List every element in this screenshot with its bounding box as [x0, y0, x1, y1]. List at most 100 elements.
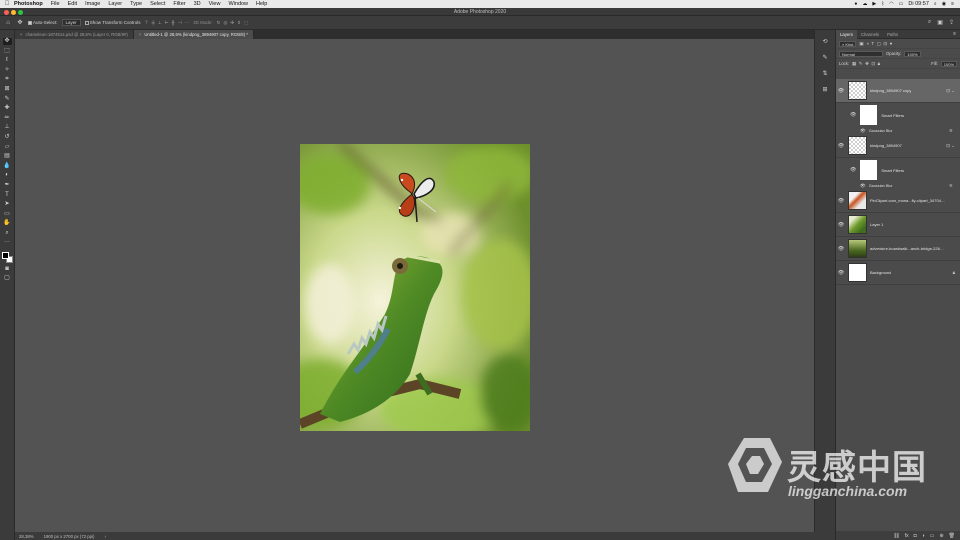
layer-name[interactable]: kindpng_3894907 copy [870, 88, 911, 93]
quick-mask-icon[interactable]: ◙ [3, 266, 12, 273]
layer-name[interactable]: Layer 1 [870, 222, 883, 227]
lock-transparent-icon[interactable]: ▦ [852, 61, 856, 67]
panel-menu-icon[interactable]: ≡ [953, 31, 956, 37]
layer-row[interactable]: 👁︎ PinClipart.com_mona...fly-clipart_347… [836, 189, 960, 213]
rectangle-tool-icon[interactable]: ▭ [3, 211, 12, 218]
filter-blending-options-icon[interactable]: ⚟ [949, 183, 953, 189]
zoom-level[interactable]: 28,38% [19, 534, 34, 539]
zoom-tool-icon[interactable]: ⌕ [3, 230, 12, 237]
menu-help[interactable]: Help [256, 1, 267, 7]
adjustment-filter-icon[interactable]: ◑ [866, 41, 869, 47]
smart-object-filter-icon[interactable]: ⊡ [883, 41, 887, 47]
smart-filters-row[interactable]: 👁︎ Smart Filters [836, 158, 960, 182]
foreground-color-swatch[interactable] [1, 252, 9, 260]
menu-type[interactable]: Type [130, 1, 142, 7]
history-panel-icon[interactable]: ⟲ [821, 38, 830, 46]
visibility-eye-icon[interactable]: 👁︎ [850, 112, 856, 118]
clock[interactable]: Di 09:57 [908, 1, 929, 7]
visibility-eye-icon[interactable]: 👁︎ [836, 143, 846, 149]
pen-tool-icon[interactable]: ✒ [3, 182, 12, 189]
blend-mode-dropdown[interactable]: Normal [839, 50, 883, 57]
layer-name[interactable]: kindpng_3894907 [870, 143, 902, 148]
screen-mode-icon[interactable]: ▢ [3, 275, 12, 282]
visibility-eye-icon[interactable]: 👁︎ [836, 246, 846, 252]
search-icon[interactable]: ⌕ [928, 19, 931, 26]
move-tool-preset-icon[interactable]: ✥ [16, 19, 24, 27]
menu-3d[interactable]: 3D [194, 1, 201, 7]
lock-icon[interactable]: 🔒︎ [953, 270, 955, 275]
adjustment-layer-icon[interactable]: ◑ [922, 533, 925, 539]
dodge-tool-icon[interactable]: ◐ [3, 172, 12, 179]
visibility-eye-icon[interactable]: 👁︎ [860, 128, 866, 134]
align-bottom-icon[interactable]: ⊥ [158, 20, 162, 26]
wifi-icon[interactable]: ◠ [889, 1, 893, 7]
delete-layer-icon[interactable]: 🗑︎ [949, 533, 955, 539]
battery-icon[interactable]: ▭ [899, 1, 904, 7]
layer-name[interactable]: PinClipart.com_mona...fly-clipart_347043… [870, 198, 945, 203]
menu-list-icon[interactable]: ≡ [951, 1, 954, 7]
tab-untitled-1[interactable]: × Untitled-1 @ 28,6% (kindpng_3894907 cop… [133, 30, 254, 39]
magic-wand-tool-icon[interactable]: ✧ [3, 67, 12, 74]
align-top-icon[interactable]: ⊤ [145, 20, 149, 26]
tab-layers[interactable]: Layers [836, 29, 857, 39]
tab-paths[interactable]: Paths [883, 30, 902, 39]
close-tab-icon[interactable]: × [20, 32, 23, 37]
lasso-tool-icon[interactable]: ℓ [3, 57, 12, 64]
filter-toggle-icon[interactable]: ● [890, 41, 893, 47]
frame-tool-icon[interactable]: ⊠ [3, 86, 12, 93]
lock-artboard-icon[interactable]: ⊡ [871, 61, 875, 67]
pixel-filter-icon[interactable]: ▣ [859, 41, 863, 47]
new-layer-icon[interactable]: ⊕ [939, 533, 943, 539]
type-tool-icon[interactable]: T [3, 192, 12, 199]
bluetooth-icon[interactable]: ᛒ [881, 1, 884, 7]
3d-pan-icon[interactable]: ✣ [230, 20, 234, 26]
visibility-eye-icon[interactable]: 👁︎ [860, 183, 866, 189]
shape-filter-icon[interactable]: ▢ [877, 41, 881, 47]
align-right-icon[interactable]: ⊣ [178, 20, 182, 26]
layer-name[interactable]: adventure-boardwalk...anch-bridge-226631 [870, 246, 945, 251]
stamp-tool-icon[interactable]: ⊥ [3, 124, 12, 131]
new-group-icon[interactable]: ▭ [930, 533, 935, 539]
crop-tool-icon[interactable]: ⌗ [3, 76, 12, 83]
tab-channels[interactable]: Channels [857, 30, 883, 39]
auto-select-checkbox[interactable]: Auto-Select: [28, 20, 58, 25]
eraser-tool-icon[interactable]: ▱ [3, 144, 12, 151]
brush-tool-icon[interactable]: ✏ [3, 115, 12, 122]
properties-icon[interactable]: ⊞ [821, 86, 830, 94]
opacity-field[interactable]: 100% [904, 50, 921, 57]
layer-row[interactable]: 👁︎ Background 🔒︎ [836, 261, 960, 285]
add-mask-icon[interactable]: ◘ [914, 533, 917, 539]
menu-select[interactable]: Select [150, 1, 165, 7]
home-icon[interactable]: ⌂ [4, 19, 12, 27]
layer-row[interactable]: 👁︎ kindpng_3894907 copy ⊡ ⌄ [836, 79, 960, 103]
filter-kind-dropdown[interactable]: ⌕ Kind [839, 40, 857, 47]
status-expand-icon[interactable]: › [104, 534, 105, 539]
document-canvas[interactable] [300, 144, 530, 431]
menu-image[interactable]: Image [85, 1, 100, 7]
record-icon[interactable]: ● [854, 1, 857, 7]
layer-name[interactable]: Background [870, 270, 891, 275]
more-icon[interactable]: ··· [185, 20, 190, 26]
smart-filter-mask[interactable] [860, 160, 878, 180]
spotlight-icon[interactable]: ⌕ [934, 1, 937, 7]
lock-all-icon[interactable]: 🔒︎ [878, 61, 880, 67]
smart-filters-row[interactable]: 👁︎ Smart Filters [836, 103, 960, 127]
move-tool-icon[interactable]: ✥ [2, 38, 12, 45]
hand-tool-icon[interactable]: ✋ [3, 220, 12, 227]
fill-field[interactable]: 100% [940, 60, 957, 67]
apple-menu-icon[interactable]:  [0, 1, 14, 7]
menu-view[interactable]: View [209, 1, 221, 7]
align-left-icon[interactable]: ⊢ [165, 20, 169, 26]
align-center-icon[interactable]: ╫ [172, 20, 175, 26]
layer-row[interactable]: 👁︎ kindpng_3894907 ⊡ ⌄ [836, 134, 960, 158]
filter-blending-options-icon[interactable]: ⚟ [949, 128, 953, 134]
align-middle-icon[interactable]: ╪ [151, 20, 154, 26]
color-swatches[interactable] [1, 252, 13, 264]
close-tab-icon[interactable]: × [139, 32, 142, 37]
visibility-eye-icon[interactable]: 👁︎ [836, 222, 846, 228]
show-transform-checkbox[interactable]: Show Transform Controls [84, 20, 141, 25]
lock-image-icon[interactable]: ✎ [859, 61, 863, 67]
layer-row[interactable]: 👁︎ adventure-boardwalk...anch-bridge-226… [836, 237, 960, 261]
visibility-eye-icon[interactable]: 👁︎ [836, 88, 846, 94]
app-menu[interactable]: Photoshop [14, 1, 43, 7]
